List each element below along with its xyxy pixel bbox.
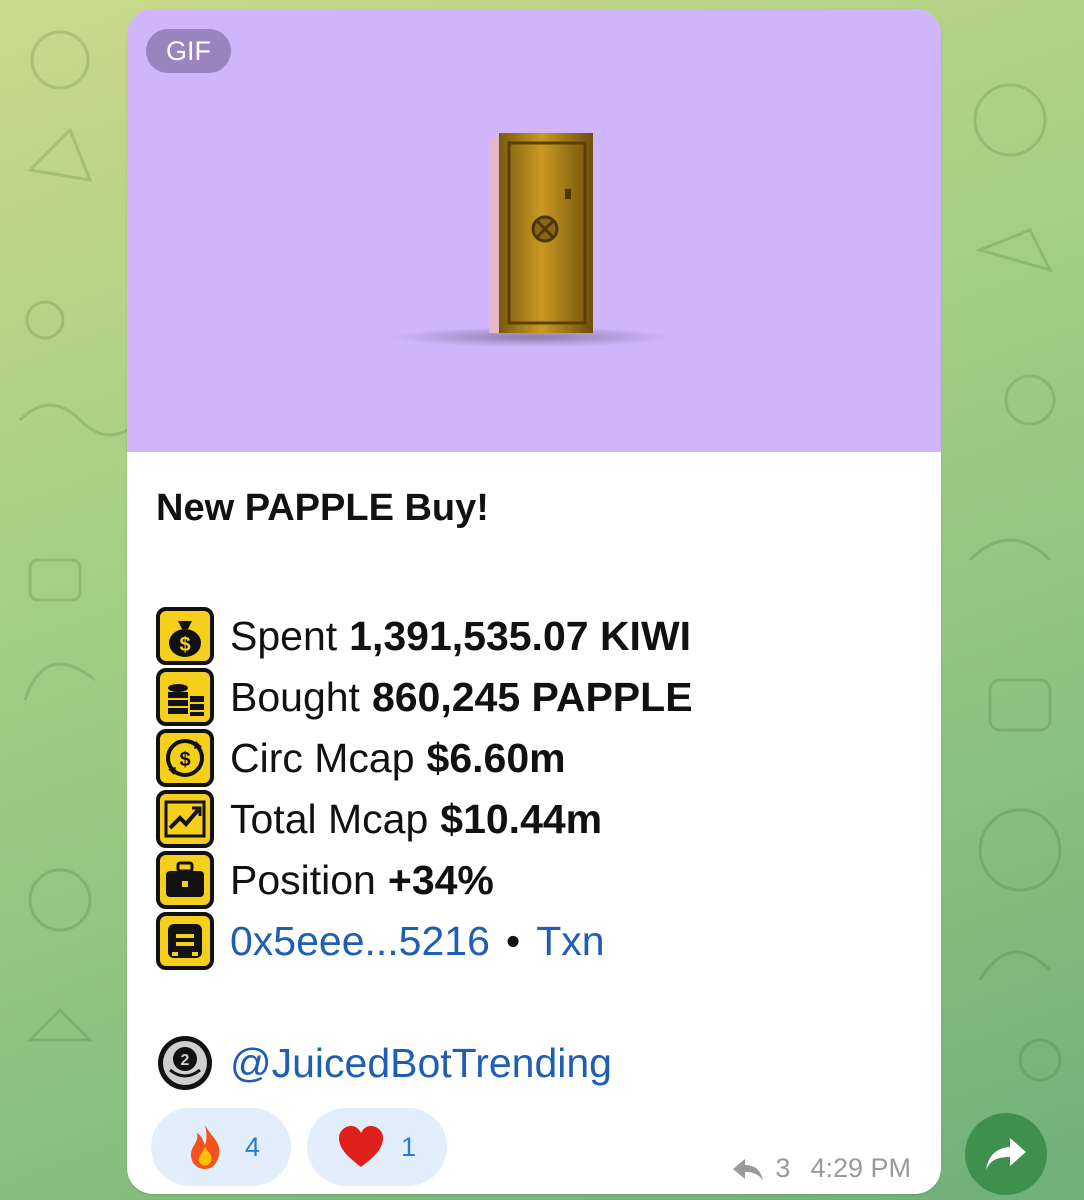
heart-icon [339, 1126, 383, 1167]
separator-dot: • [505, 917, 521, 964]
currency-exchange-icon: $ [156, 729, 214, 787]
coins-stack-icon [156, 668, 214, 726]
row-value: 1,391,535.07 KIWI [349, 612, 692, 659]
row-position: Position +34% [156, 851, 494, 909]
wallet-address-link[interactable]: 0x5eee...5216 [230, 918, 490, 965]
svg-text:$: $ [179, 749, 190, 771]
share-button[interactable] [965, 1113, 1047, 1195]
row-label: Spent [230, 612, 338, 659]
reaction-count: 4 [245, 1131, 261, 1162]
row-circ-mcap: $ Circ Mcap $6.60m [156, 729, 566, 787]
svg-text:2: 2 [181, 1052, 190, 1069]
row-value: $10.44m [440, 795, 603, 842]
row-label: Circ Mcap [230, 734, 415, 781]
forward-count: 3 [775, 1153, 791, 1183]
row-label: Position [230, 856, 376, 903]
reaction-count: 1 [401, 1131, 417, 1162]
row-value: 860,245 PAPPLE [371, 673, 693, 720]
gif-media[interactable]: GIF [127, 9, 941, 452]
reaction-fire[interactable]: 4 [151, 1108, 291, 1186]
row-value: $6.60m [426, 734, 566, 781]
second-place-medal-icon: 2 [158, 1036, 212, 1090]
golden-safe-image [392, 133, 672, 347]
wallet-icon [156, 912, 214, 970]
channel-handle-link[interactable]: @JuicedBotTrending [230, 1040, 612, 1087]
row-channel: 2 @JuicedBotTrending [156, 1034, 612, 1092]
share-arrow-icon [986, 1138, 1026, 1170]
message-bubble[interactable]: GIF New PAPPLE Buy! $ Spent 1,391,535.07… [127, 9, 941, 1194]
row-value: +34% [387, 856, 494, 903]
svg-text:$: $ [179, 634, 190, 656]
forward-arrow-icon [733, 1158, 764, 1181]
briefcase-icon [156, 851, 214, 909]
row-total-mcap: Total Mcap $10.44m [156, 790, 602, 848]
row-spent: $ Spent 1,391,535.07 KIWI [156, 607, 691, 665]
row-wallet: 0x5eee...5216 • Txn [156, 912, 605, 970]
message-time: 4:29 PM [810, 1153, 911, 1183]
reaction-heart[interactable]: 1 [307, 1108, 447, 1186]
fire-icon [191, 1125, 220, 1169]
txn-link[interactable]: Txn [536, 918, 604, 965]
money-bag-icon: $ [156, 607, 214, 665]
message-title: New PAPPLE Buy! [156, 487, 489, 529]
row-label: Total Mcap [230, 795, 429, 842]
row-label: Bought [230, 673, 360, 720]
message-meta: 3 4:29 PM [731, 1153, 911, 1184]
row-bought: Bought 860,245 PAPPLE [156, 668, 693, 726]
gif-badge: GIF [146, 29, 231, 73]
chart-up-icon [156, 790, 214, 848]
